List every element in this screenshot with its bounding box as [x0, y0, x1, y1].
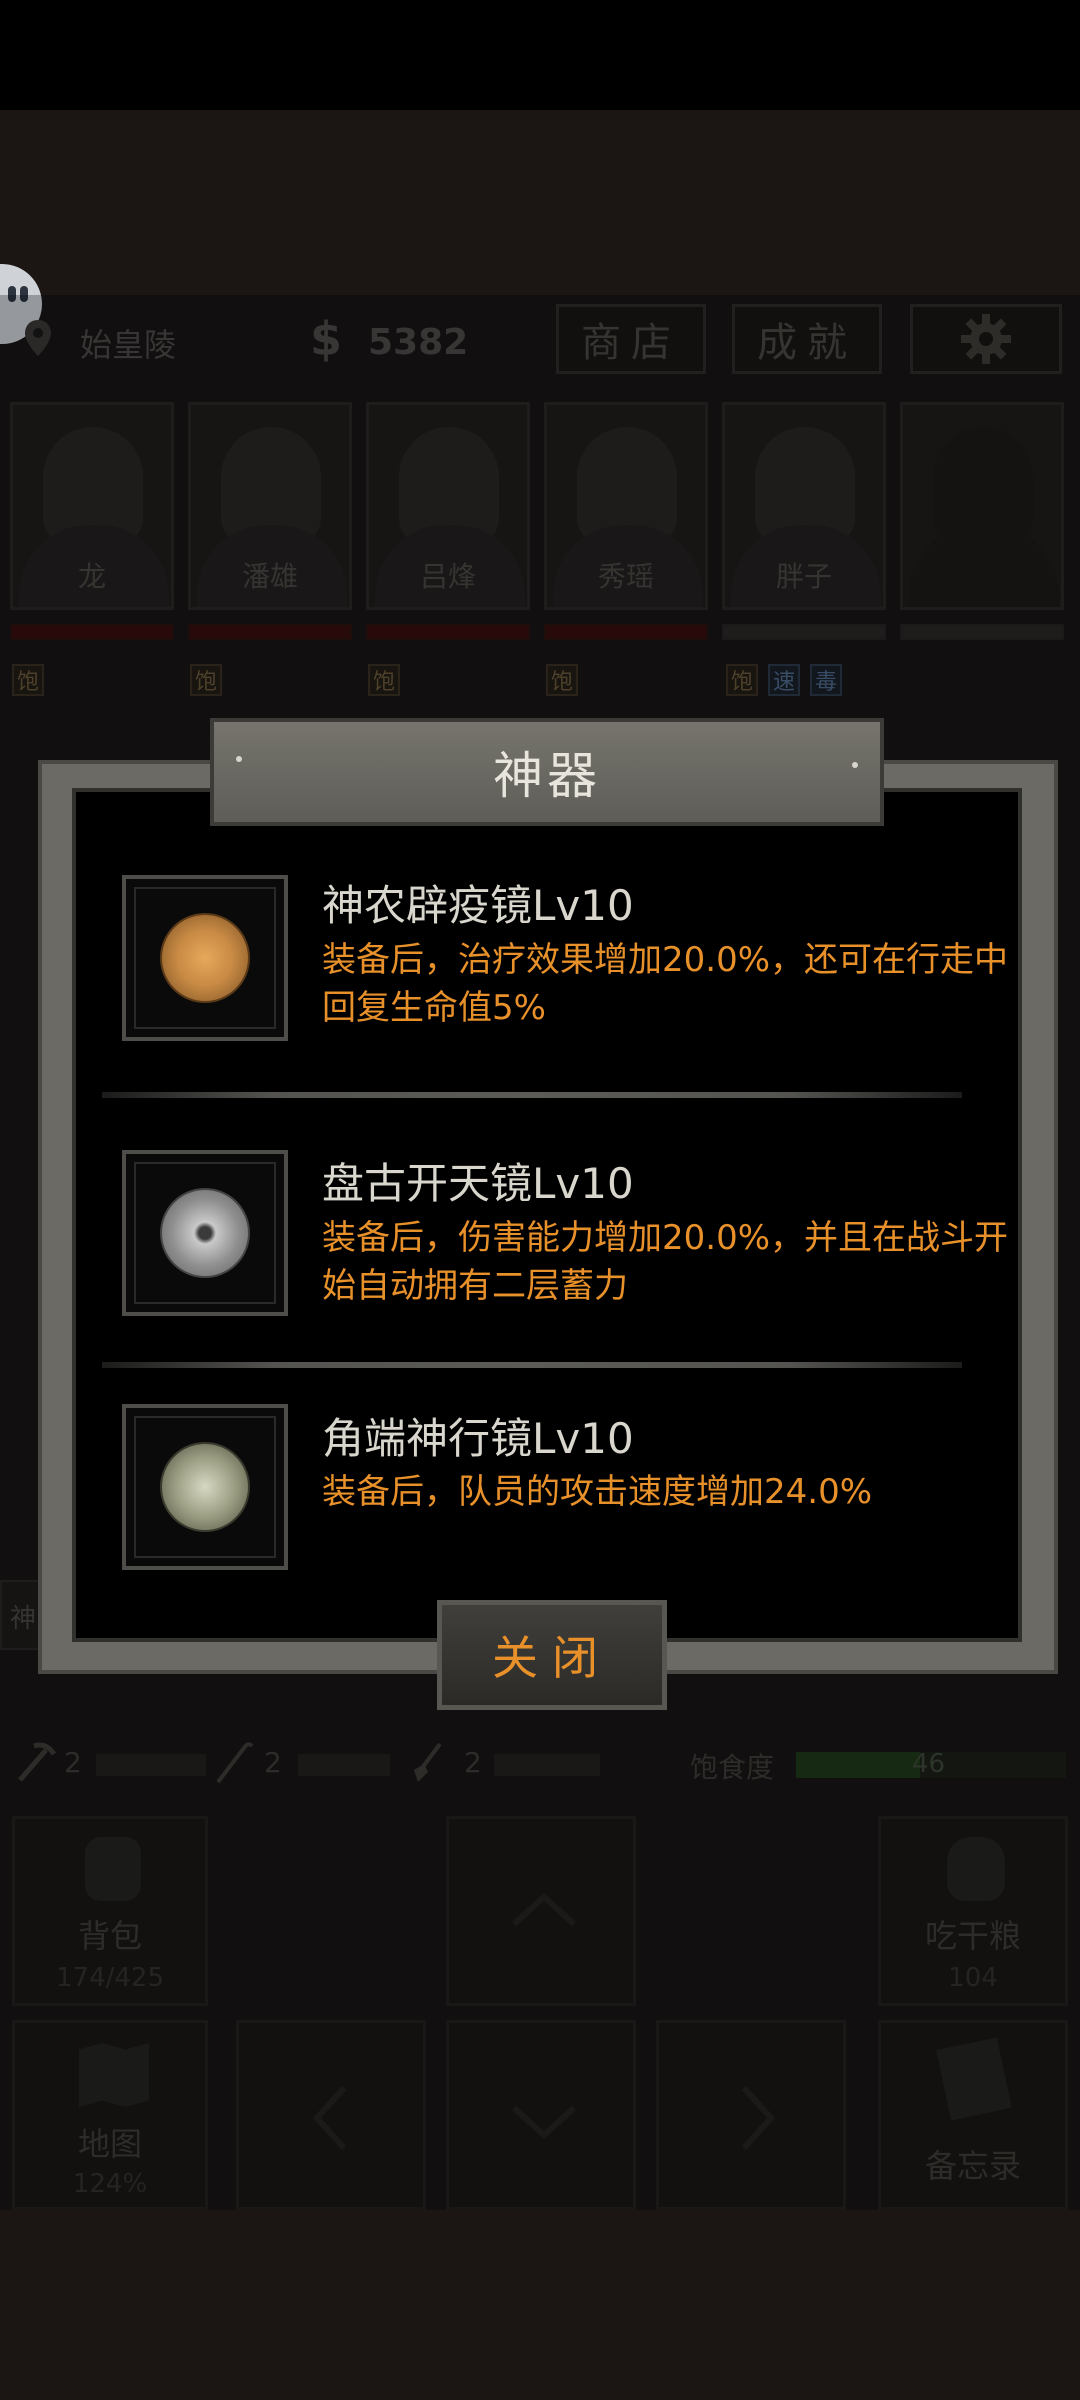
artifact-name: 神农辟疫镜Lv10: [322, 881, 634, 930]
artifact-slot: [122, 1150, 288, 1316]
rivet: [236, 756, 242, 762]
top-spacer: [0, 110, 1080, 295]
artifact-name: 盘古开天镜Lv10: [322, 1159, 634, 1208]
bronze-mirror-icon: [160, 913, 250, 1003]
dialog-title-plate: 神器: [210, 718, 884, 826]
jade-mirror-icon: [160, 1442, 250, 1532]
artifact-description: 装备后，队员的攻击速度增加24.0%: [322, 1472, 873, 1512]
silver-mirror-icon: [160, 1188, 250, 1278]
bottom-spacer: [0, 2210, 1080, 2400]
close-label: 关闭: [492, 1631, 612, 1685]
artifact-slot: [122, 875, 288, 1041]
close-button[interactable]: 关闭: [437, 1600, 667, 1710]
dialog-title: 神器: [493, 747, 601, 805]
artifact-name: 角端神行镜Lv10: [322, 1414, 634, 1463]
artifact-slot: [122, 1404, 288, 1570]
divider: [102, 1362, 962, 1368]
artifact-description: 装备后，治疗效果增加20.0%，还可在行走中回复生命值5%: [322, 940, 1009, 1028]
status-bar-area: [0, 0, 1080, 110]
divider: [102, 1092, 962, 1098]
artifact-description: 装备后，伤害能力增加20.0%，并且在战斗开始自动拥有二层蓄力: [322, 1218, 1009, 1306]
rivet: [852, 762, 858, 768]
